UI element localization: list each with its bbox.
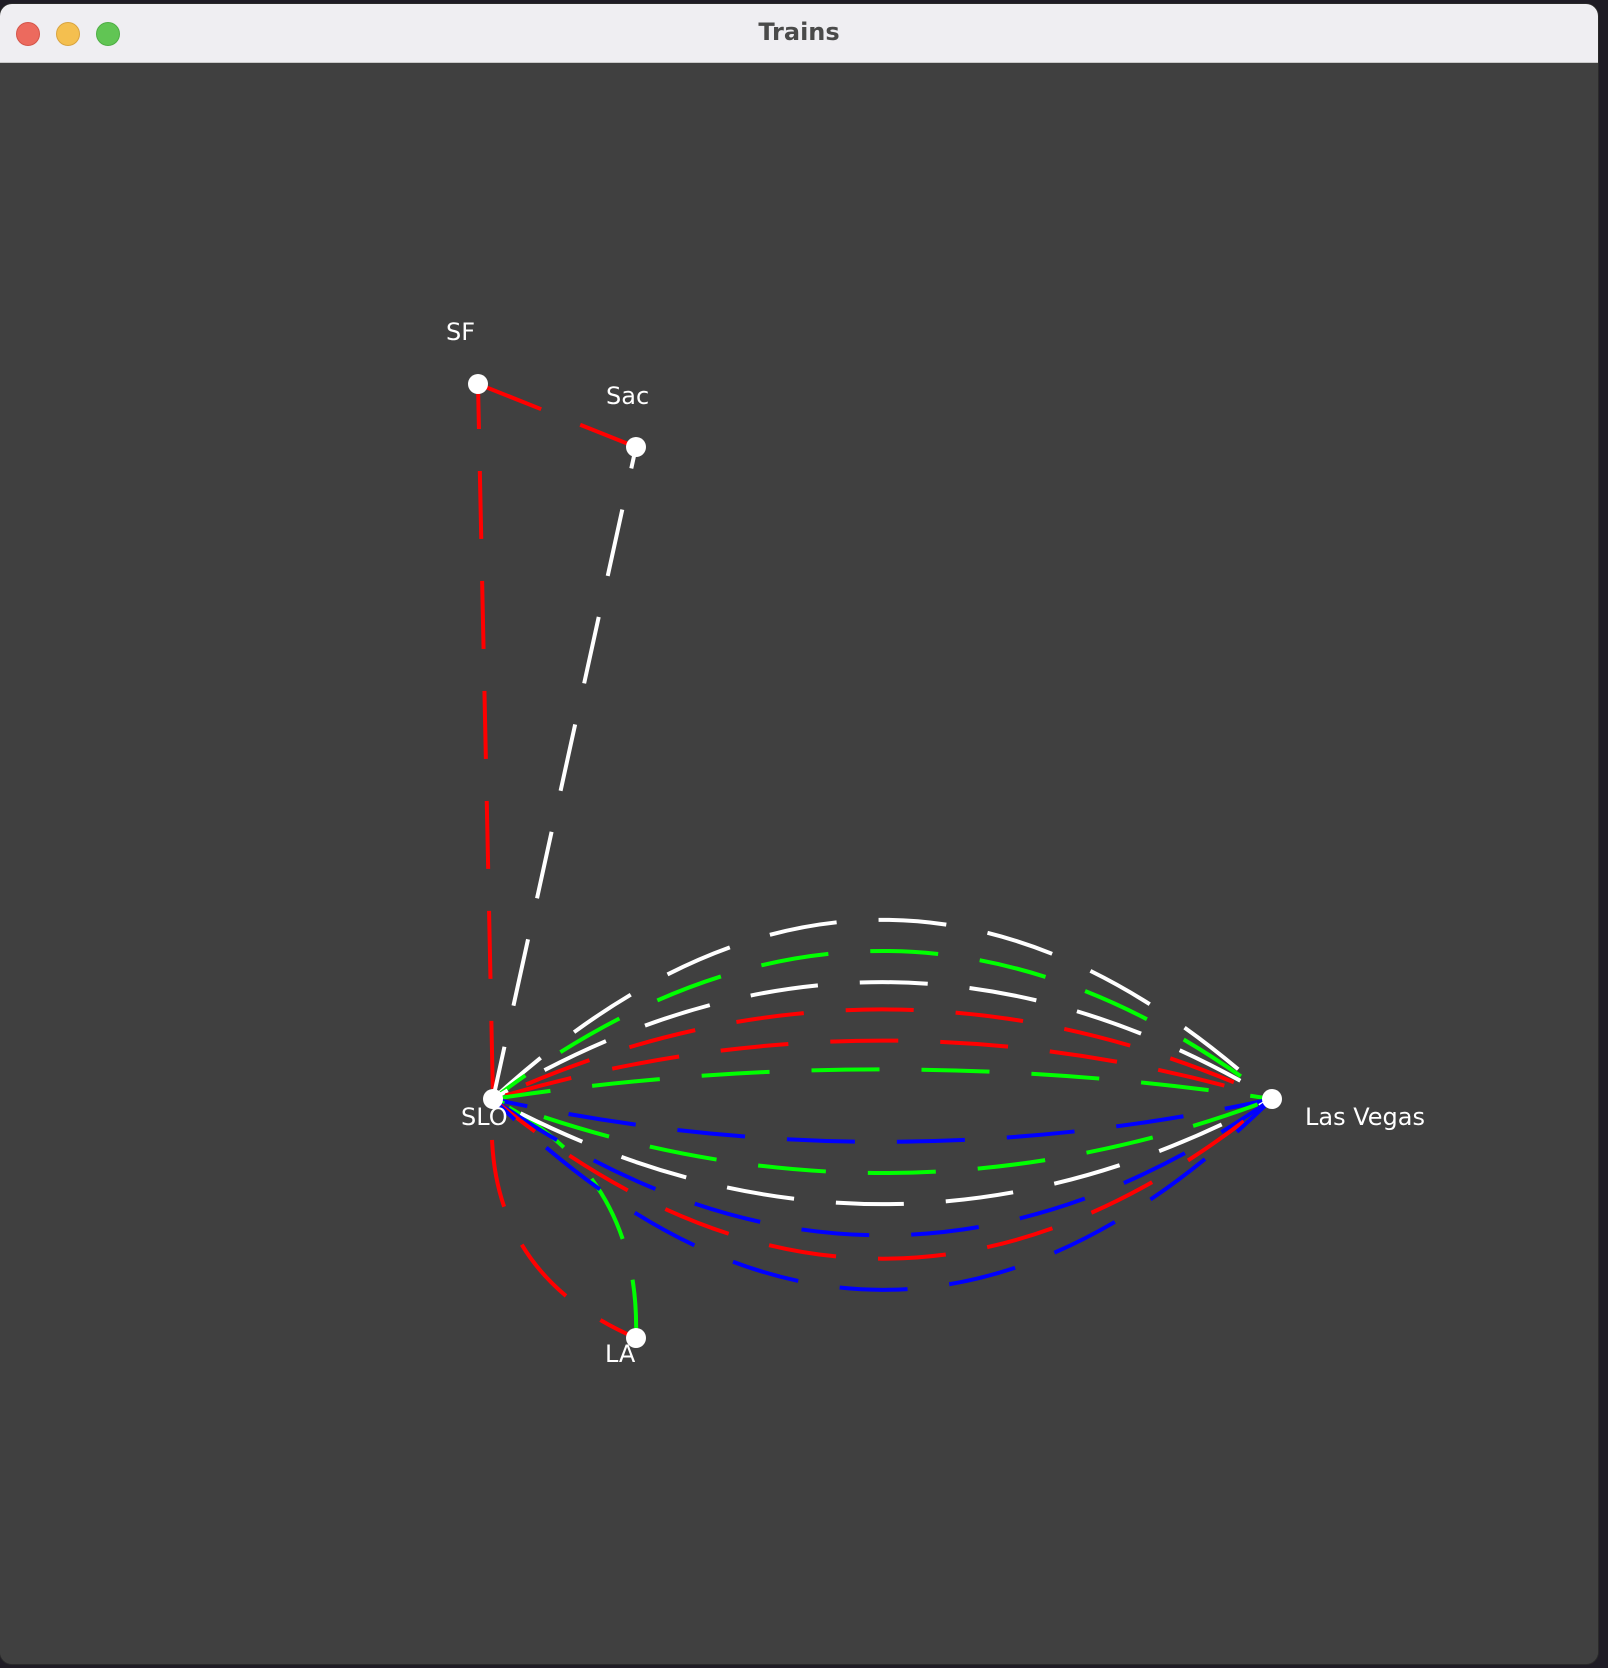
route-slo-lv-green — [491, 949, 1274, 1101]
station-label-layer: SF Sac SLO LA Las Vegas — [446, 318, 1425, 1368]
station-node-sf — [468, 374, 488, 394]
station-layer — [468, 374, 1282, 1348]
route-sf-slo-red — [476, 383, 495, 1100]
train-network-map: SF Sac SLO LA Las Vegas — [446, 318, 1425, 1368]
route-slo-lv-green — [492, 1097, 1273, 1175]
station-label-slo: SLO — [461, 1103, 508, 1131]
route-sac-slo-white — [491, 446, 638, 1100]
station-label-lv: Las Vegas — [1305, 1103, 1425, 1131]
station-node-sac — [626, 437, 646, 457]
title-bar[interactable]: Trains — [0, 4, 1598, 63]
station-label-sf: SF — [446, 318, 475, 346]
window-title: Trains — [758, 18, 840, 46]
route-slo-lv-green — [492, 1067, 1273, 1101]
station-label-la: LA — [605, 1340, 636, 1368]
trains-window: Trains SF Sac SLO LA Las Vegas — [0, 4, 1598, 1664]
route-slo-lv-red — [491, 1097, 1274, 1261]
station-label-sac: Sac — [606, 382, 649, 410]
station-node-lv — [1262, 1089, 1282, 1109]
route-layer — [476, 382, 1274, 1340]
route-slo-lv-blue — [492, 1097, 1273, 1144]
train-map-canvas: SF Sac SLO LA Las Vegas — [0, 63, 1598, 1664]
route-slo-lv-white — [492, 1097, 1273, 1207]
route-slo-lv-red — [492, 1038, 1273, 1101]
route-slo-lv-blue — [491, 1097, 1274, 1292]
